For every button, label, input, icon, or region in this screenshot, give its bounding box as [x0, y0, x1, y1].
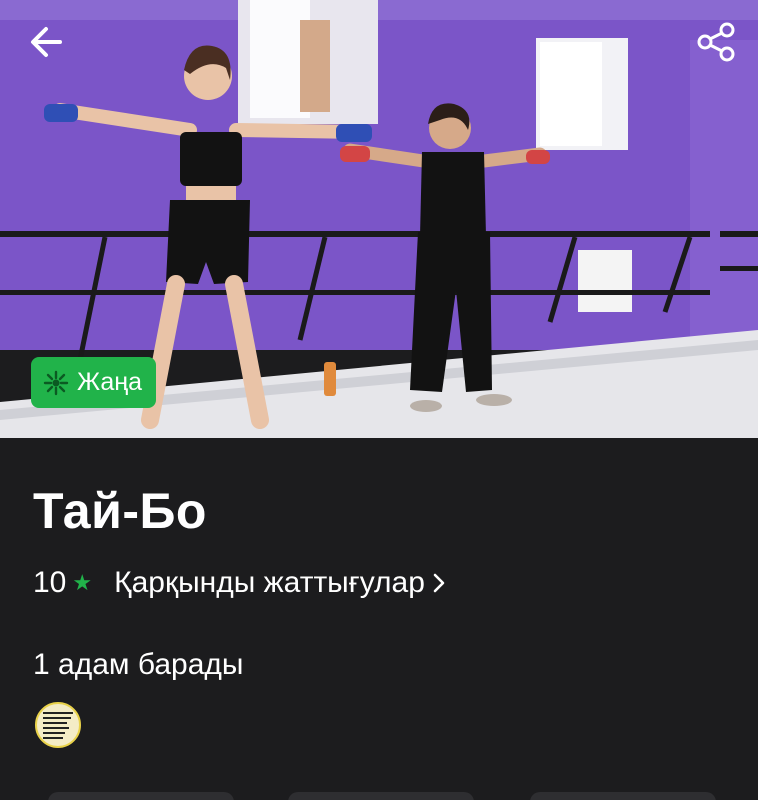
- chevron-right-icon: [431, 572, 447, 594]
- event-photo: Жаңа: [0, 0, 758, 438]
- avatar[interactable]: [35, 702, 81, 748]
- back-button[interactable]: [18, 14, 74, 70]
- action-button-partial[interactable]: [288, 792, 474, 800]
- attendees-count: 1 адам барады: [33, 648, 244, 681]
- new-badge-label: Жаңа: [77, 368, 142, 396]
- rating: 10 ★: [33, 566, 92, 600]
- category-label: Қарқынды жаттығулар: [114, 566, 425, 599]
- action-button-partial[interactable]: [48, 792, 234, 800]
- rating-value: 10: [33, 566, 67, 599]
- arrow-left-icon: [31, 27, 62, 57]
- action-button-partial[interactable]: [530, 792, 716, 800]
- share-icon: [697, 22, 735, 62]
- star-icon: ★: [72, 570, 93, 595]
- event-title: Тай-Бо: [33, 483, 207, 539]
- event-meta: 10 ★ Қарқынды жаттығулар: [33, 563, 447, 603]
- event-details: Тай-Бо 10 ★ Қарқынды жаттығулар 1 адам б…: [0, 438, 758, 800]
- new-badge: Жаңа: [31, 357, 156, 408]
- sparkle-icon: [43, 370, 69, 395]
- share-button[interactable]: [688, 14, 744, 70]
- category-link[interactable]: Қарқынды жаттығулар: [114, 566, 447, 600]
